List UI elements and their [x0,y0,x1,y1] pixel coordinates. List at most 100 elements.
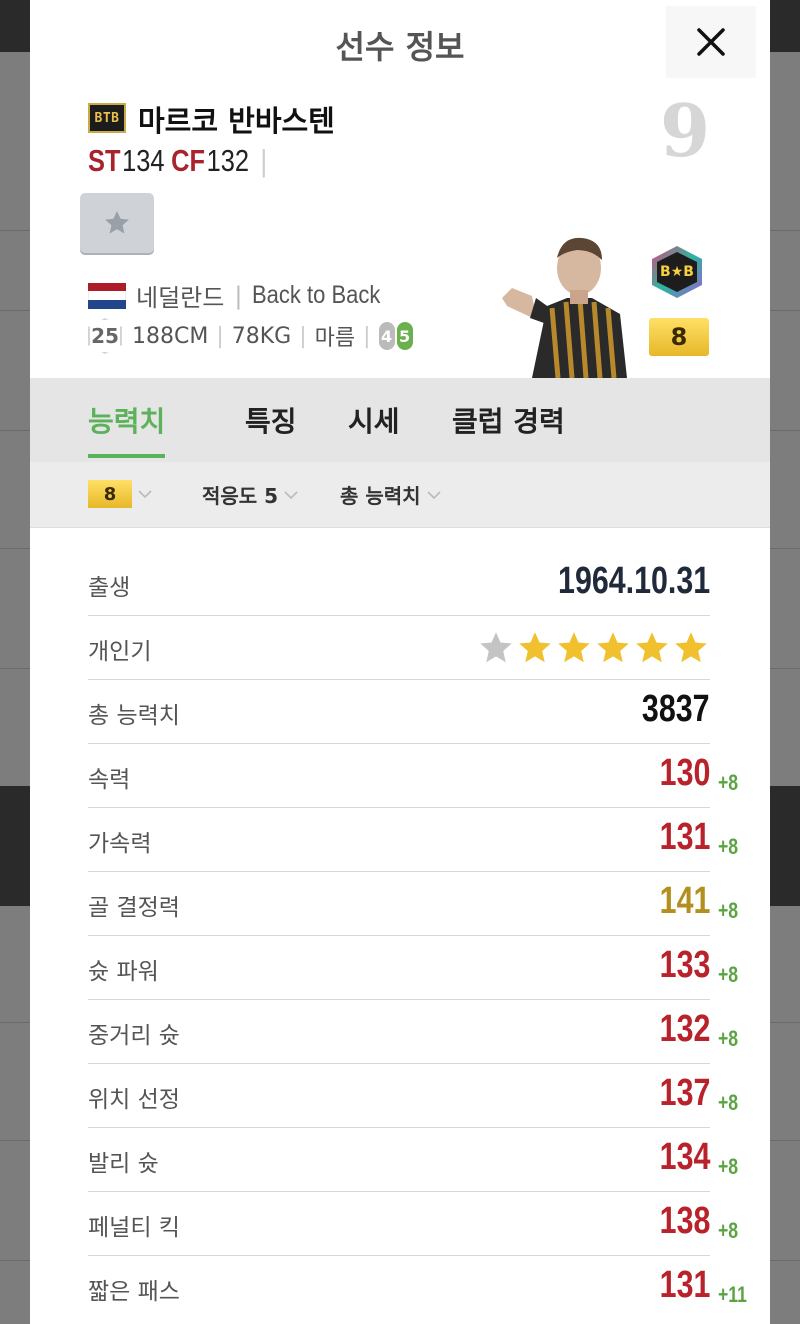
season-emblem-text: B★B [657,252,697,292]
close-button[interactable] [666,6,756,78]
stat-boost: +8 [718,834,739,859]
skill-star-rating [476,630,710,666]
stat-row: 중거리 슛 132 +8 [88,1000,738,1064]
player-name: 마르코 반바스텐 [138,104,335,138]
stat-label: 발리 슛 [88,1151,159,1177]
divider: | [363,323,371,349]
stat-value: 134 [659,1136,710,1178]
body-type-value: 마름 [314,326,356,351]
stat-label: 위치 선정 [88,1087,180,1113]
stat-value: 130 [659,752,710,794]
jersey-number: 9 [660,88,711,173]
stat-label: 골 결정력 [88,895,180,921]
position-label: CF [171,143,206,178]
stat-row: 짧은 패스 131 +11 [88,1256,747,1320]
stat-label: 중거리 슛 [88,1023,180,1049]
position-ratings: ST 134 CF 132 | [88,143,267,179]
chevron-down-icon [284,490,298,499]
stat-row-birth: 출생 1964.10.31 [88,552,710,616]
tab-bar: 능력치 특징 시세 클럽 경력 [30,378,770,462]
stat-label: 개인기 [88,639,152,665]
season-emblem-icon: B★B [652,246,702,298]
chevron-down-icon [138,490,152,499]
stat-label: 슛 파워 [88,959,159,985]
stat-value: 137 [659,1072,710,1114]
stat-row: 가속력 131 +8 [88,808,738,872]
position-divider: | [260,143,268,178]
tab-stats[interactable]: 능력치 [88,400,166,458]
favorite-button[interactable] [80,193,154,253]
stat-label: 출생 [88,575,131,601]
player-info-modal: 선수 정보 BTB 마르코 반바스텐 ST 134 CF 132 | 9 네덜란… [30,0,770,1324]
stat-value: 3837 [642,688,710,730]
stat-value: 133 [659,944,710,986]
stat-value: 1964.10.31 [557,560,710,602]
height-value: 188CM [132,323,209,349]
position-ovr: 134 [122,143,165,178]
foot-skill-indicator: 4 5 [378,322,413,350]
stat-row: 골 결정력 141 +8 [88,872,738,936]
age-badge: 25 [88,318,122,354]
physical-info-line: 25 188CM | 78KG | 마름 | 4 5 [88,318,413,354]
star-filled-icon [636,632,668,663]
adaptability-select-value: 적응도 5 [202,484,279,508]
player-photo [492,228,632,378]
total-stats-select-value: 총 능력치 [340,484,421,508]
close-icon [697,28,725,56]
stat-label: 짧은 패스 [88,1279,180,1305]
modal-title: 선수 정보 [335,28,465,66]
position-label: ST [88,143,121,178]
stat-row: 슛 파워 133 +8 [88,936,738,1000]
stat-label: 페널티 킥 [88,1215,180,1241]
stat-boost: +8 [718,770,739,795]
stat-label: 속력 [88,767,131,793]
stat-value: 131 [659,816,710,858]
tab-traits[interactable]: 특징 [245,400,297,458]
stat-value: 141 [659,880,710,922]
season-code-badge: BTB [88,103,126,133]
stat-boost: +8 [718,1154,739,1179]
stat-boost: +8 [718,898,739,923]
chevron-down-icon [427,490,441,499]
stat-boost: +11 [718,1282,747,1307]
star-filled-icon [597,632,629,663]
tab-club-history[interactable]: 클럽 경력 [452,400,565,458]
stat-row: 페널티 킥 138 +8 [88,1192,738,1256]
tab-price[interactable]: 시세 [348,400,400,458]
stat-label: 가속력 [88,831,152,857]
nation-team-line: 네덜란드 | Back to Back [88,278,398,313]
stat-boost: +8 [718,1026,739,1051]
nation-name: 네덜란드 [136,284,225,312]
divider: | [234,281,243,310]
star-empty-icon [480,632,512,663]
team-name: Back to Back [252,281,381,309]
stat-boost: +8 [718,1090,739,1115]
adaptability-select[interactable]: 적응도 5 [202,480,298,509]
stat-row: 속력 130 +8 [88,744,738,808]
filter-bar: 8 적응도 5 총 능력치 [30,462,770,528]
stat-boost: +8 [718,1218,739,1243]
total-stats-select[interactable]: 총 능력치 [340,480,441,509]
star-filled-icon [675,632,707,663]
stats-list: 출생 1964.10.31 개인기 총 능력치 3837 속력 130 +8 가… [88,552,747,1320]
skill-moves-value: 5 [396,322,413,350]
weight-value: 78KG [231,323,292,349]
stat-row: 발리 슛 134 +8 [88,1128,738,1192]
star-filled-icon [519,632,551,663]
weak-foot-value: 4 [378,322,395,350]
divider: | [216,323,224,349]
stat-value: 131 [659,1264,710,1306]
enhancement-select-value: 8 [88,480,132,508]
stat-boost: +8 [718,962,739,987]
divider: | [299,323,307,349]
star-filled-icon [558,632,590,663]
netherlands-flag-icon [88,282,126,309]
star-icon [105,211,129,234]
position-ovr: 132 [206,143,250,178]
enhancement-select[interactable]: 8 [88,480,152,508]
stat-label: 총 능력치 [88,703,180,729]
stat-row-skill: 개인기 [88,616,710,680]
stat-value: 132 [659,1008,710,1050]
stat-value: 138 [659,1200,710,1242]
enhancement-level-badge: 8 [649,318,709,356]
